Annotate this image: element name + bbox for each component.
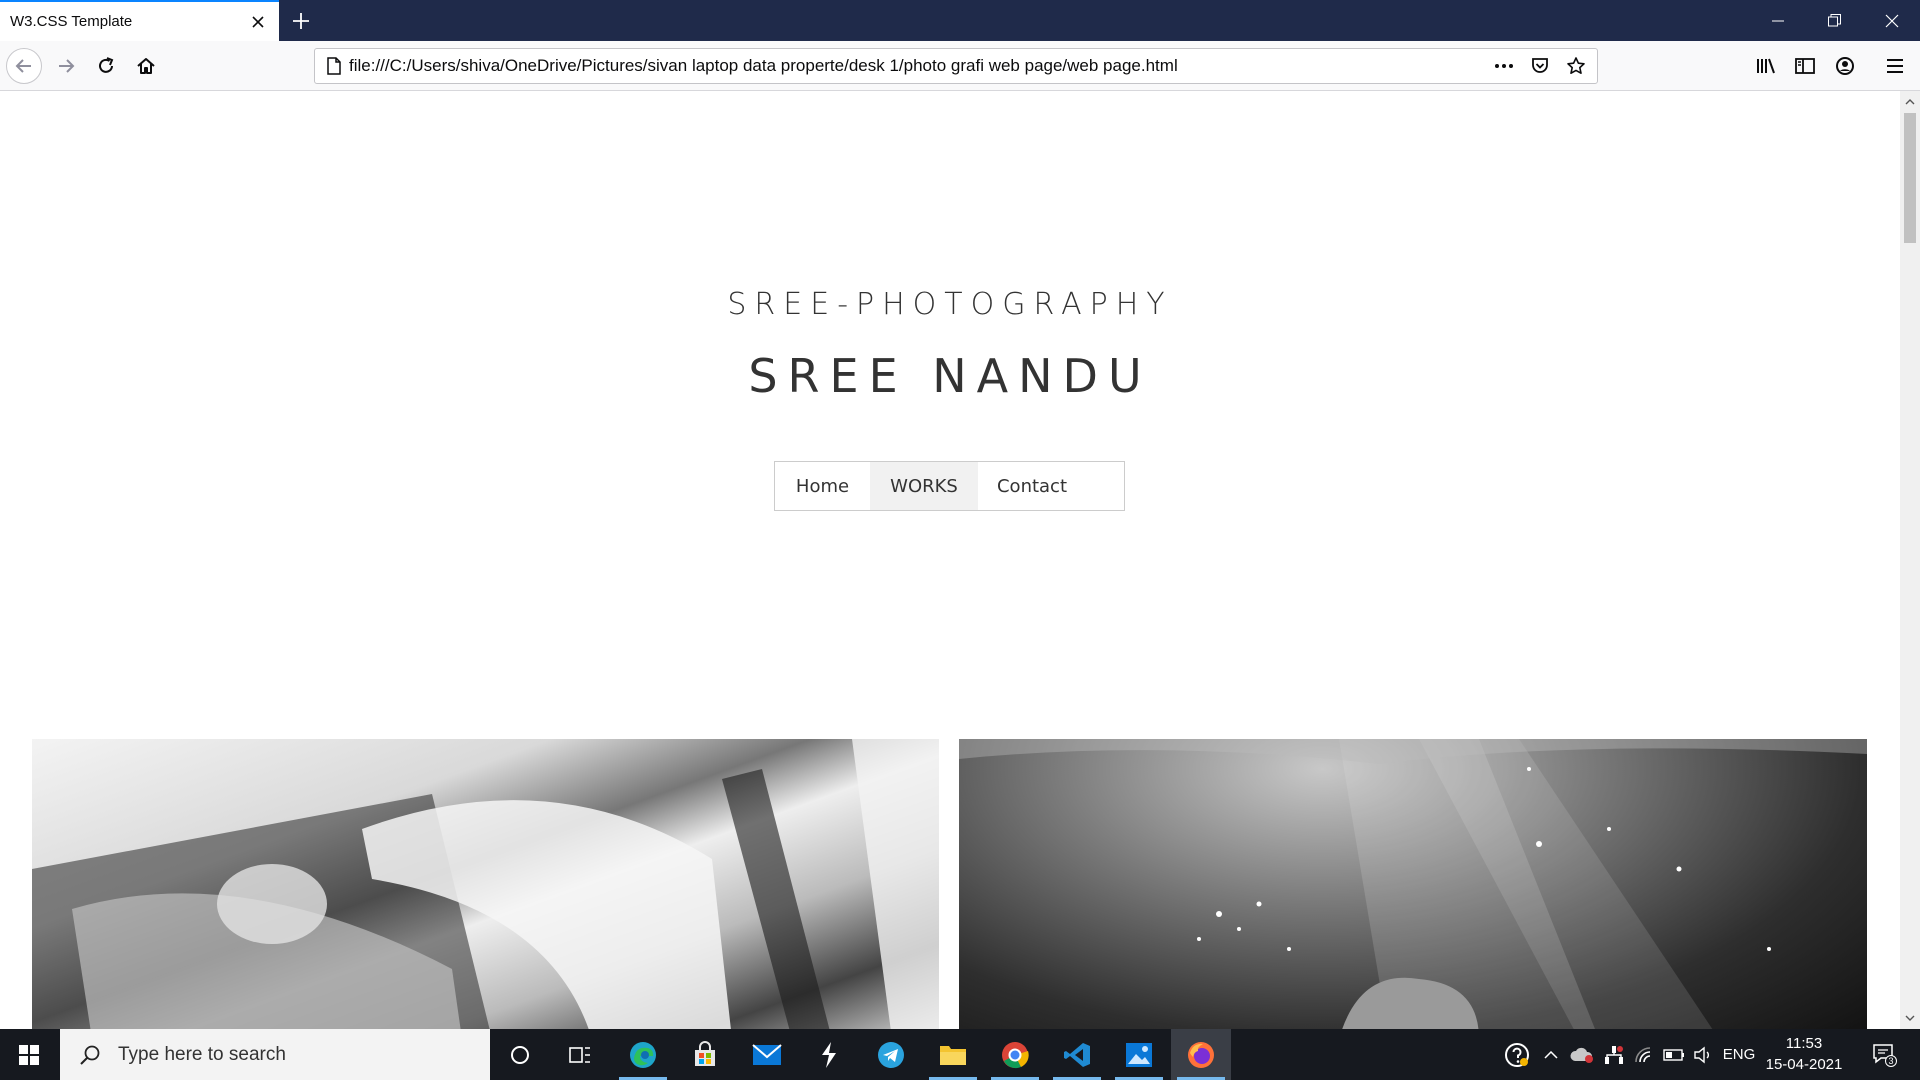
page-scrollbar[interactable] (1900, 91, 1920, 1029)
cortana-icon[interactable] (490, 1029, 550, 1080)
search-icon (70, 1029, 110, 1080)
scroll-down-icon[interactable] (1900, 1009, 1920, 1027)
notification-count: 3 (1888, 1056, 1893, 1066)
language-label: ENG (1722, 1046, 1756, 1063)
app-icon[interactable] (799, 1029, 859, 1080)
help-icon[interactable] (1500, 1029, 1534, 1080)
taskbar-clock[interactable]: 11:53 15-04-2021 (1762, 1033, 1846, 1075)
sidebar-icon[interactable] (1789, 50, 1821, 82)
clock-time: 11:53 (1785, 1035, 1823, 1052)
pocket-icon[interactable] (1525, 51, 1555, 81)
cloud-icon[interactable] (1567, 1029, 1597, 1080)
chrome-icon[interactable] (985, 1029, 1045, 1080)
bookmark-star-icon[interactable] (1561, 51, 1591, 81)
battery-icon[interactable] (1660, 1029, 1688, 1080)
forward-arrow-icon[interactable] (48, 48, 84, 84)
edge-icon[interactable] (613, 1029, 673, 1080)
home-icon[interactable] (128, 48, 164, 84)
library-icon[interactable] (1750, 50, 1782, 82)
nav-works[interactable]: WORKS (870, 462, 978, 510)
gallery-photo-car[interactable] (32, 739, 939, 1029)
menu-icon[interactable] (1879, 50, 1911, 82)
store-icon[interactable] (675, 1029, 735, 1080)
brand-title: SREE NANDU (748, 349, 1152, 403)
photos-icon[interactable] (1109, 1029, 1169, 1080)
nav-contact[interactable]: Contact (978, 462, 1086, 510)
telegram-icon[interactable] (861, 1029, 921, 1080)
url-text[interactable]: file:///C:/Users/shiva/OneDrive/Pictures… (349, 56, 1489, 76)
chevron-up-icon[interactable] (1538, 1029, 1564, 1080)
plus-icon[interactable] (284, 4, 318, 38)
wifi-icon[interactable] (1630, 1029, 1658, 1080)
page-viewport: SREE-PHOTOGRAPHY SREE NANDU Home WORKS C… (0, 91, 1900, 1029)
windows-start-icon[interactable] (0, 1029, 58, 1080)
site-nav: Home WORKS Contact (774, 461, 1125, 511)
mail-icon[interactable] (737, 1029, 797, 1080)
task-view-icon[interactable] (550, 1029, 610, 1080)
browser-tab-active[interactable]: W3.CSS Template (0, 0, 279, 41)
address-bar[interactable]: file:///C:/Users/shiva/OneDrive/Pictures… (314, 48, 1598, 84)
taskbar-search-placeholder: Type here to search (118, 1043, 286, 1065)
tab-title: W3.CSS Template (10, 13, 133, 30)
browser-navbar: file:///C:/Users/shiva/OneDrive/Pictures… (0, 41, 1920, 91)
vscode-icon[interactable] (1047, 1029, 1107, 1080)
reload-icon[interactable] (88, 48, 124, 84)
more-dots-icon[interactable] (1489, 51, 1519, 81)
scroll-up-icon[interactable] (1900, 93, 1920, 111)
taskbar-search-box[interactable]: Type here to search (60, 1029, 490, 1080)
nav-home[interactable]: Home (775, 462, 870, 510)
brand-subtitle: SREE-PHOTOGRAPHY (727, 287, 1173, 322)
volume-icon[interactable] (1689, 1029, 1717, 1080)
close-icon[interactable] (243, 7, 273, 37)
windows-taskbar: Type here to search ENG 11:53 15-04-2021… (0, 1029, 1920, 1080)
browser-tabstrip: W3.CSS Template (0, 0, 1920, 41)
notification-icon[interactable]: 3 (1860, 1029, 1910, 1080)
minimize-icon[interactable] (1750, 0, 1806, 41)
network-icon[interactable] (1600, 1029, 1628, 1080)
scrollbar-thumb[interactable] (1904, 113, 1916, 243)
gallery-photo-underwater[interactable] (959, 739, 1867, 1029)
language-indicator[interactable]: ENG (1720, 1029, 1758, 1080)
file-explorer-icon[interactable] (923, 1029, 983, 1080)
clock-date: 15-04-2021 (1765, 1056, 1843, 1073)
firefox-icon[interactable] (1171, 1029, 1231, 1080)
account-icon[interactable] (1829, 50, 1861, 82)
close-icon[interactable] (1864, 0, 1920, 41)
page-icon (319, 49, 349, 83)
restore-icon[interactable] (1806, 0, 1862, 41)
back-arrow-icon[interactable] (6, 48, 42, 84)
